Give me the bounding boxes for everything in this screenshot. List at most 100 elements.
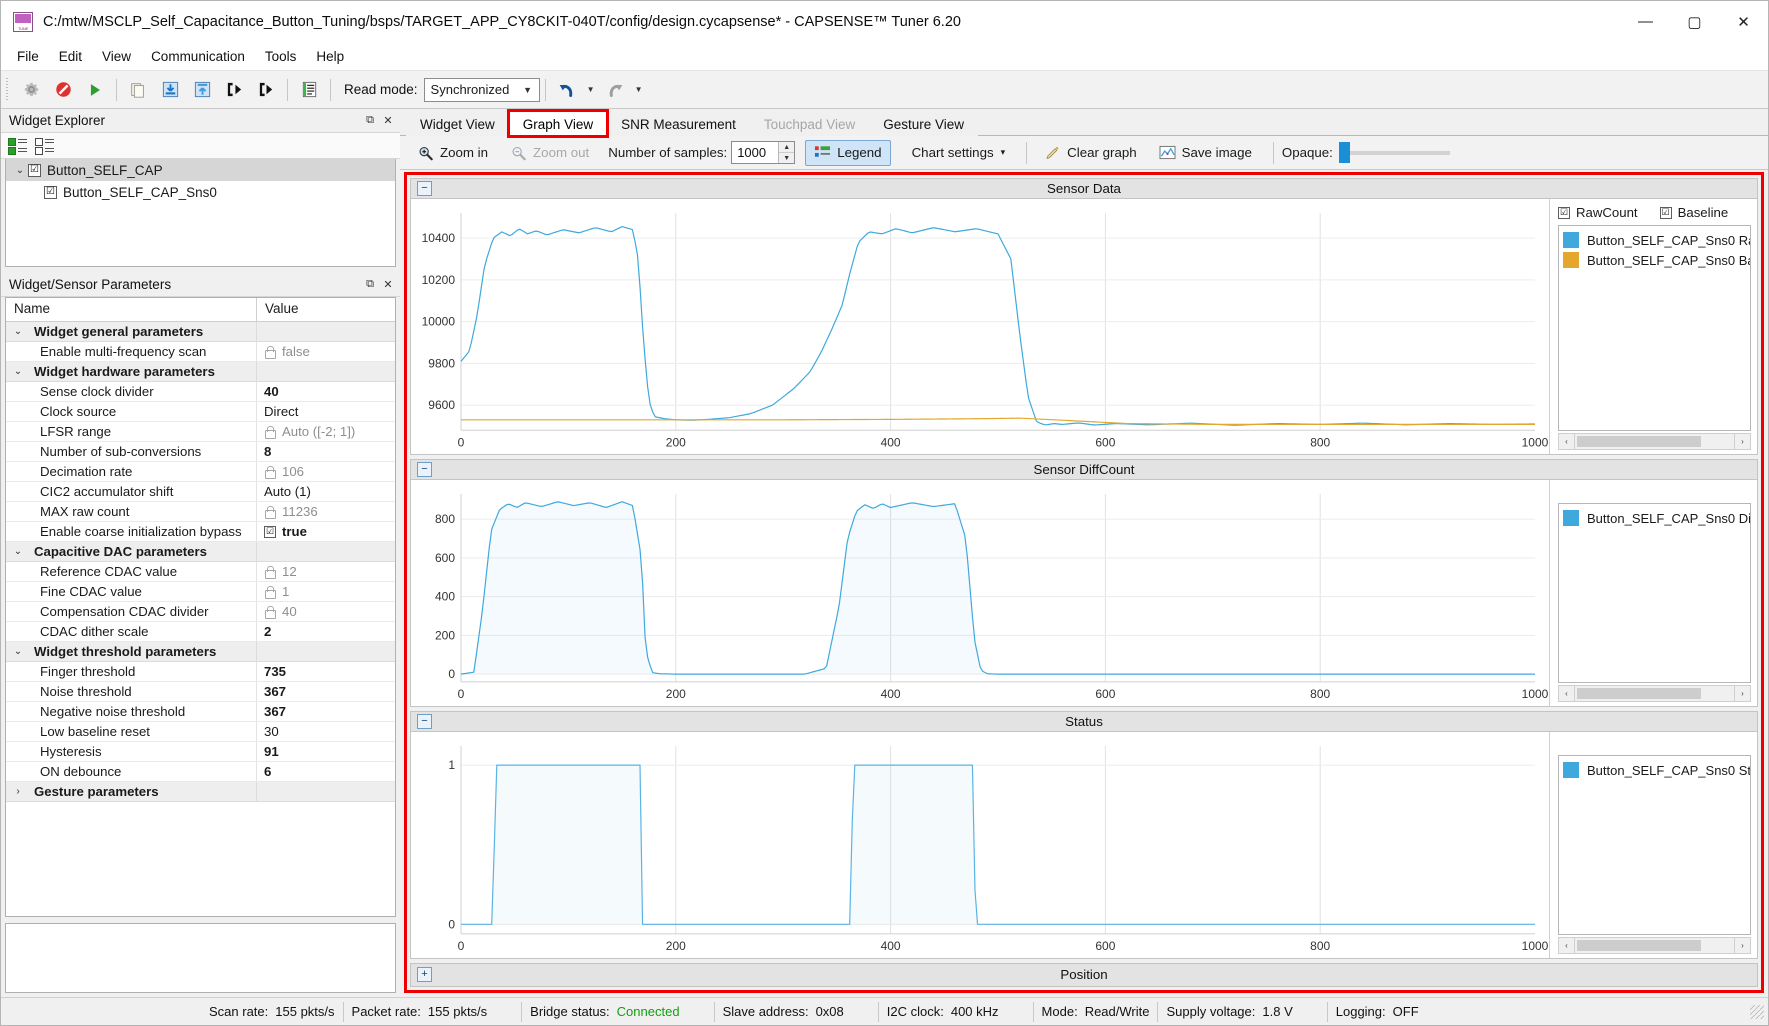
redo-icon[interactable]	[600, 75, 630, 105]
stepper-down-icon[interactable]: ▼	[779, 153, 795, 163]
parameter-group-row[interactable]: ⌄ Widget general parameters	[6, 322, 395, 342]
parameter-group-row[interactable]: ⌄ Widget hardware parameters	[6, 362, 395, 382]
parameter-row[interactable]: Clock source Direct	[6, 402, 395, 422]
parameter-row[interactable]: Reference CDAC value 12	[6, 562, 395, 582]
scroll-thumb[interactable]	[1577, 688, 1702, 700]
minimize-button[interactable]: —	[1621, 1, 1670, 43]
scroll-thumb[interactable]	[1577, 436, 1702, 448]
parameter-group-row[interactable]: ⌄ Widget threshold parameters	[6, 642, 395, 662]
collapse-icon[interactable]: −	[417, 181, 432, 196]
parameter-row[interactable]: Enable coarse initialization bypass ☑ true	[6, 522, 395, 542]
twisty-icon[interactable]: ⌄	[10, 326, 26, 337]
parameter-row[interactable]: ON debounce 6	[6, 762, 395, 782]
legend-hscrollbar[interactable]: ‹ ›	[1558, 685, 1751, 703]
import-icon[interactable]	[219, 75, 249, 105]
checkbox-icon[interactable]: ☑	[1558, 206, 1570, 219]
float-icon[interactable]: ⧉	[362, 276, 378, 294]
legend-toggle-button[interactable]: Legend	[805, 139, 891, 166]
parameter-row[interactable]: Enable multi-frequency scan false	[6, 342, 395, 362]
apply-to-project-icon[interactable]	[187, 75, 217, 105]
parameter-row[interactable]: Compensation CDAC divider 40	[6, 602, 395, 622]
scroll-left-icon[interactable]: ‹	[1558, 433, 1575, 451]
float-icon[interactable]: ⧉	[362, 112, 378, 130]
parameter-row[interactable]: LFSR range Auto ([-2; 1])	[6, 422, 395, 442]
checkbox-icon[interactable]: ☑	[264, 525, 276, 538]
slider-thumb[interactable]	[1338, 142, 1350, 163]
menu-communication[interactable]: Communication	[141, 45, 255, 68]
menu-help[interactable]: Help	[306, 45, 354, 68]
scroll-left-icon[interactable]: ‹	[1558, 936, 1575, 954]
menu-file[interactable]: File	[7, 45, 49, 68]
scroll-track[interactable]	[1575, 936, 1734, 954]
scroll-track[interactable]	[1575, 433, 1734, 451]
tree-checkbox[interactable]: ☑	[28, 163, 41, 177]
uncheck-all-icon[interactable]	[34, 135, 56, 157]
parameter-row[interactable]: CIC2 accumulator shift Auto (1)	[6, 482, 395, 502]
zoom-in-button[interactable]: Zoom in	[408, 140, 497, 166]
collapse-icon[interactable]: −	[417, 714, 432, 730]
undo-icon[interactable]	[552, 75, 582, 105]
parameter-row[interactable]: MAX raw count 11236	[6, 502, 395, 522]
close-button[interactable]: ✕	[1719, 1, 1768, 43]
tab-gesture-view[interactable]: Gesture View	[869, 111, 979, 136]
parameter-row[interactable]: Number of sub-conversions 8	[6, 442, 395, 462]
stepper-buttons[interactable]: ▲ ▼	[778, 142, 795, 163]
apply-to-device-icon[interactable]	[155, 75, 185, 105]
read-mode-select[interactable]: Synchronized ▼	[423, 77, 540, 102]
parameter-row[interactable]: Decimation rate 106	[6, 462, 395, 482]
parameter-row[interactable]: Hysteresis 91	[6, 742, 395, 762]
parameter-row[interactable]: Fine CDAC value 1	[6, 582, 395, 602]
twisty-icon[interactable]: ⌄	[12, 165, 28, 176]
save-image-button[interactable]: Save image	[1150, 140, 1261, 166]
export-icon[interactable]	[251, 75, 281, 105]
scroll-track[interactable]	[1575, 685, 1734, 703]
legend-item[interactable]: Button_SELF_CAP_Sns0 Status	[1563, 760, 1750, 780]
opacity-slider[interactable]	[1338, 142, 1450, 163]
copy-icon[interactable]	[123, 75, 153, 105]
parameter-group-row[interactable]: ⌄ Capacitive DAC parameters	[6, 542, 395, 562]
scroll-thumb[interactable]	[1577, 939, 1702, 951]
check-all-icon[interactable]	[7, 135, 29, 157]
toggle-baseline[interactable]: ☑ Baseline	[1659, 205, 1728, 220]
close-icon[interactable]: ✕	[380, 276, 396, 294]
parameter-row[interactable]: CDAC dither scale 2	[6, 622, 395, 642]
start-icon[interactable]	[80, 75, 110, 105]
tab-snr-measurement[interactable]: SNR Measurement	[607, 111, 750, 136]
chart-sensor-diffcount[interactable]: 0 200 400 600 800 0 200 400 600 800 1000	[411, 480, 1549, 707]
settings-gear-icon[interactable]	[16, 75, 46, 105]
chart-settings-button[interactable]: Chart settings ▾	[903, 140, 1015, 166]
chart-status[interactable]: 0 1 0 200 400 600 800 1000	[411, 732, 1549, 958]
tab-widget-view[interactable]: Widget View	[406, 111, 509, 136]
legend-item[interactable]: Button_SELF_CAP_Sns0 RawCount	[1563, 230, 1750, 250]
menu-tools[interactable]: Tools	[255, 45, 307, 68]
expand-icon[interactable]: +	[417, 967, 432, 983]
log-icon[interactable]	[294, 75, 324, 105]
undo-dropdown-arrow[interactable]: ▼	[584, 75, 598, 105]
tree-item-button-self-cap-sns0[interactable]: ☑ Button_SELF_CAP_Sns0	[6, 181, 395, 203]
samples-stepper[interactable]: ▲ ▼	[731, 141, 796, 164]
scroll-left-icon[interactable]: ‹	[1558, 685, 1575, 703]
samples-input[interactable]	[732, 142, 779, 163]
parameter-row[interactable]: Sense clock divider 40	[6, 382, 395, 402]
scroll-right-icon[interactable]: ›	[1734, 685, 1751, 703]
parameter-row[interactable]: Low baseline reset 30	[6, 722, 395, 742]
scroll-right-icon[interactable]: ›	[1734, 936, 1751, 954]
parameter-row[interactable]: Noise threshold 367	[6, 682, 395, 702]
scroll-right-icon[interactable]: ›	[1734, 433, 1751, 451]
menu-view[interactable]: View	[92, 45, 141, 68]
checkbox-icon[interactable]: ☑	[1659, 206, 1672, 219]
stop-icon[interactable]	[48, 75, 78, 105]
legend-item[interactable]: Button_SELF_CAP_Sns0 DiffCount	[1563, 508, 1750, 528]
legend-hscrollbar[interactable]: ‹ ›	[1558, 936, 1751, 954]
stepper-up-icon[interactable]: ▲	[779, 142, 795, 153]
legend-item[interactable]: Button_SELF_CAP_Sns0 Baseline	[1563, 250, 1750, 270]
legend-hscrollbar[interactable]: ‹ ›	[1558, 433, 1751, 451]
tree-checkbox[interactable]: ☑	[44, 185, 57, 199]
maximize-button[interactable]: ▢	[1670, 1, 1719, 43]
twisty-icon[interactable]: ›	[10, 786, 26, 797]
twisty-icon[interactable]: ⌄	[10, 546, 26, 557]
close-icon[interactable]: ✕	[380, 112, 396, 130]
parameter-row[interactable]: Finger threshold 735	[6, 662, 395, 682]
parameter-row[interactable]: Negative noise threshold 367	[6, 702, 395, 722]
tab-graph-view[interactable]: Graph View	[506, 109, 610, 138]
